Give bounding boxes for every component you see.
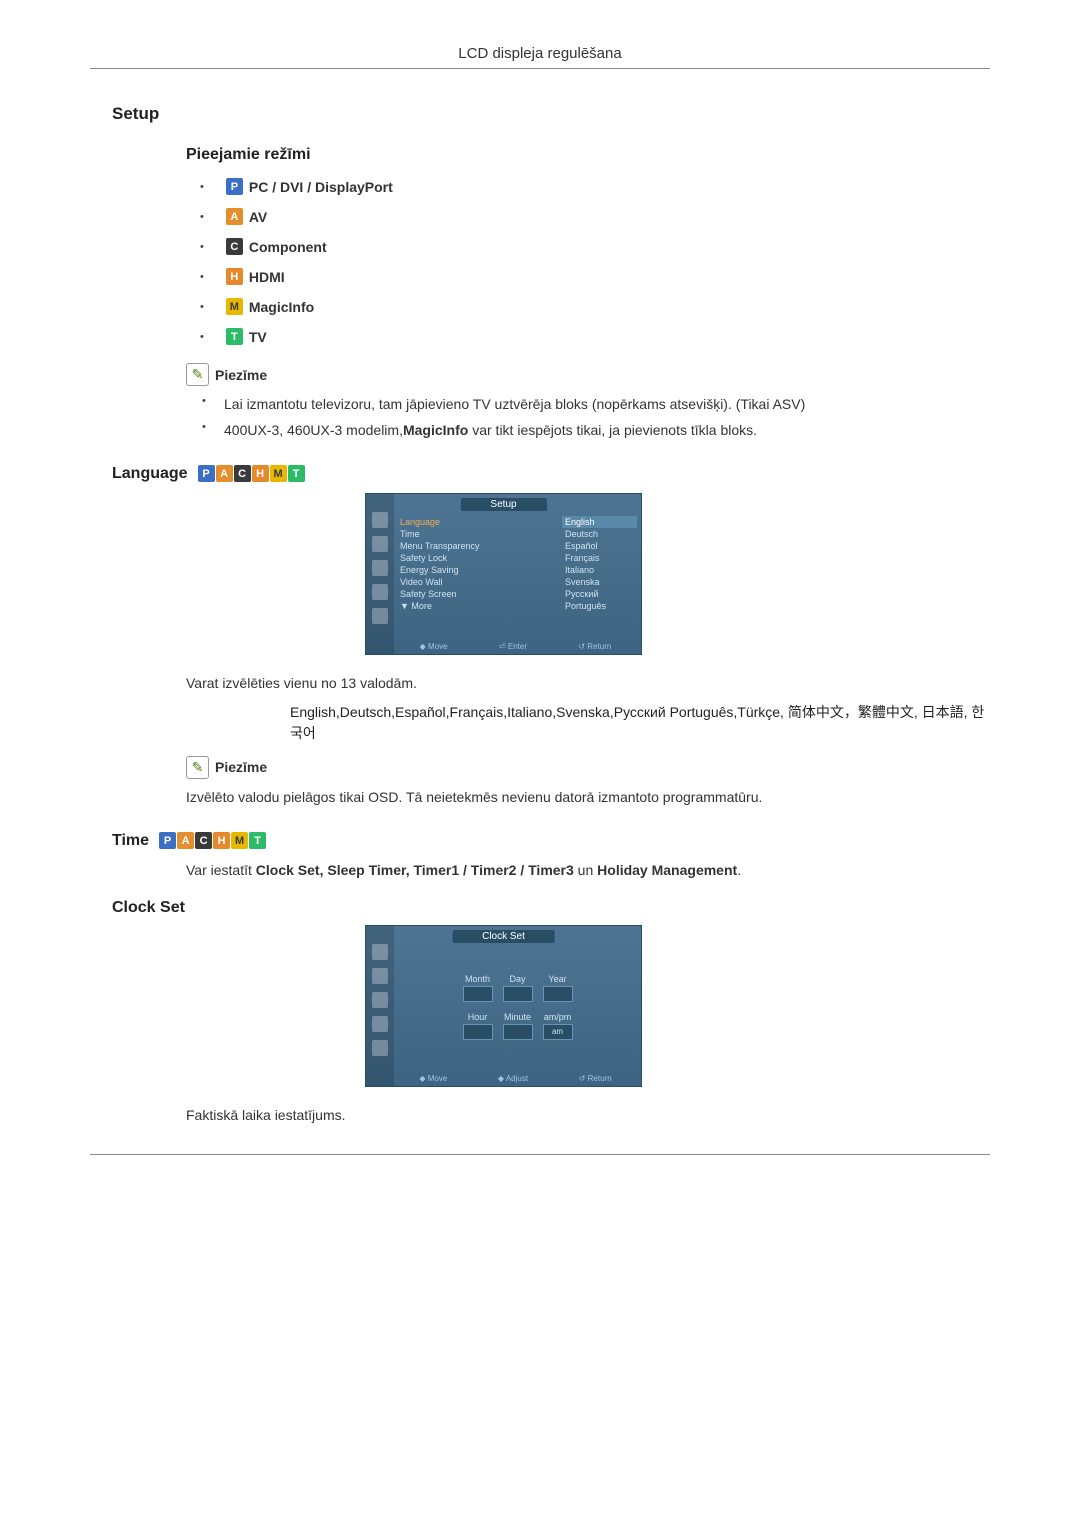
m-icon: M bbox=[226, 298, 243, 315]
osd-menu-item: Language bbox=[400, 516, 552, 528]
osd-setup-screenshot: Setup Language Time Menu Transparency Sa… bbox=[365, 493, 642, 655]
time-body: Var iestatīt Clock Set, Sleep Timer, Tim… bbox=[186, 860, 990, 881]
mode-label: MagicInfo bbox=[249, 299, 314, 315]
osd-option: Svenska bbox=[562, 576, 637, 588]
osd-footer-item: ↺ Return bbox=[578, 642, 611, 651]
m-icon: M bbox=[270, 465, 287, 482]
mode-item: P PC / DVI / DisplayPort bbox=[200, 178, 990, 195]
setup-heading: Setup bbox=[112, 104, 990, 124]
osd-option: Italiano bbox=[562, 564, 637, 576]
note-label: Piezīme bbox=[215, 367, 267, 383]
divider-top bbox=[90, 68, 990, 69]
osd-option: English bbox=[562, 516, 637, 528]
osd-clockset-screenshot: Clock Set Month Day Year Hour Minute am/… bbox=[365, 925, 642, 1087]
osd-menu-item: Video Wall bbox=[400, 576, 552, 588]
note-icon: ✎ bbox=[186, 363, 209, 386]
osd-option: Русский bbox=[562, 588, 637, 600]
setup-notes: Lai izmantotu televizoru, tam jāpievieno… bbox=[202, 394, 990, 441]
mode-label: PC / DVI / DisplayPort bbox=[249, 179, 393, 195]
osd-menu-item: Time bbox=[400, 528, 552, 540]
mode-label: TV bbox=[249, 329, 267, 345]
clockset-heading: Clock Set bbox=[112, 899, 990, 917]
clock-label: Year bbox=[543, 974, 573, 984]
h-icon: H bbox=[226, 268, 243, 285]
modes-list: P PC / DVI / DisplayPort A AV C Component H… bbox=[200, 178, 990, 345]
clock-label: Hour bbox=[463, 1012, 493, 1022]
clock-label: Month bbox=[463, 974, 493, 984]
t-icon: T bbox=[249, 832, 266, 849]
clock-label: Day bbox=[503, 974, 533, 984]
note-item: 400UX-3, 460UX-3 modelim,MagicInfo var t… bbox=[202, 420, 990, 440]
mode-item: M MagicInfo bbox=[200, 298, 990, 315]
language-heading: Language P A C H M T bbox=[112, 465, 990, 483]
m-icon: M bbox=[231, 832, 248, 849]
p-icon: P bbox=[226, 178, 243, 195]
language-body: Varat izvēlēties vienu no 13 valodām. bbox=[186, 673, 990, 694]
time-title-text: Time bbox=[112, 832, 149, 850]
c-icon: C bbox=[226, 238, 243, 255]
osd-footer-item: ◆ Move bbox=[419, 1074, 447, 1083]
c-icon: C bbox=[234, 465, 251, 482]
mode-item: C Component bbox=[200, 238, 990, 255]
osd-option: Português bbox=[562, 600, 637, 612]
p-icon: P bbox=[198, 465, 215, 482]
language-note-body: Izvēlēto valodu pielāgos tikai OSD. Tā n… bbox=[186, 787, 990, 808]
mode-label: AV bbox=[249, 209, 267, 225]
a-icon: A bbox=[177, 832, 194, 849]
osd-title: Clock Set bbox=[452, 930, 555, 943]
osd-footer-item: ◆ Adjust bbox=[498, 1074, 528, 1083]
p-icon: P bbox=[159, 832, 176, 849]
mode-item: A AV bbox=[200, 208, 990, 225]
clockset-body: Faktiskā laika iestatījums. bbox=[186, 1105, 990, 1126]
note-label: Piezīme bbox=[215, 759, 267, 775]
h-icon: H bbox=[252, 465, 269, 482]
mode-item: T TV bbox=[200, 328, 990, 345]
language-title-text: Language bbox=[112, 465, 188, 483]
osd-option: Español bbox=[562, 540, 637, 552]
osd-footer-item: ◆ Move bbox=[420, 642, 448, 651]
osd-menu-item: Safety Screen bbox=[400, 588, 552, 600]
mode-item: H HDMI bbox=[200, 268, 990, 285]
mode-label: Component bbox=[249, 239, 327, 255]
divider-bottom bbox=[90, 1154, 990, 1155]
modes-heading: Pieejamie režīmi bbox=[186, 146, 990, 164]
h-icon: H bbox=[213, 832, 230, 849]
osd-footer-item: ↺ Return bbox=[579, 1074, 612, 1083]
c-icon: C bbox=[195, 832, 212, 849]
mode-label: HDMI bbox=[249, 269, 285, 285]
t-icon: T bbox=[288, 465, 305, 482]
language-list: English,Deutsch,Español,Français,Italian… bbox=[290, 702, 990, 744]
note-item: Lai izmantotu televizoru, tam jāpievieno… bbox=[202, 394, 990, 414]
osd-menu-item: Energy Saving bbox=[400, 564, 552, 576]
a-icon: A bbox=[226, 208, 243, 225]
note-icon: ✎ bbox=[186, 756, 209, 779]
osd-menu-item: Safety Lock bbox=[400, 552, 552, 564]
t-icon: T bbox=[226, 328, 243, 345]
osd-option: Français bbox=[562, 552, 637, 564]
a-icon: A bbox=[216, 465, 233, 482]
icon-strip: P A C H M T bbox=[159, 832, 266, 849]
osd-menu-item: Menu Transparency bbox=[400, 540, 552, 552]
time-heading: Time P A C H M T bbox=[112, 832, 990, 850]
clock-label: am/pm bbox=[543, 1012, 573, 1022]
icon-strip: P A C H M T bbox=[198, 465, 305, 482]
osd-title: Setup bbox=[460, 498, 546, 511]
osd-menu-item: ▼ More bbox=[400, 600, 552, 612]
page-header: LCD displeja regulēšana bbox=[90, 45, 990, 62]
clock-label: Minute bbox=[503, 1012, 533, 1022]
osd-footer-item: ⏎ Enter bbox=[499, 642, 527, 651]
osd-option: Deutsch bbox=[562, 528, 637, 540]
